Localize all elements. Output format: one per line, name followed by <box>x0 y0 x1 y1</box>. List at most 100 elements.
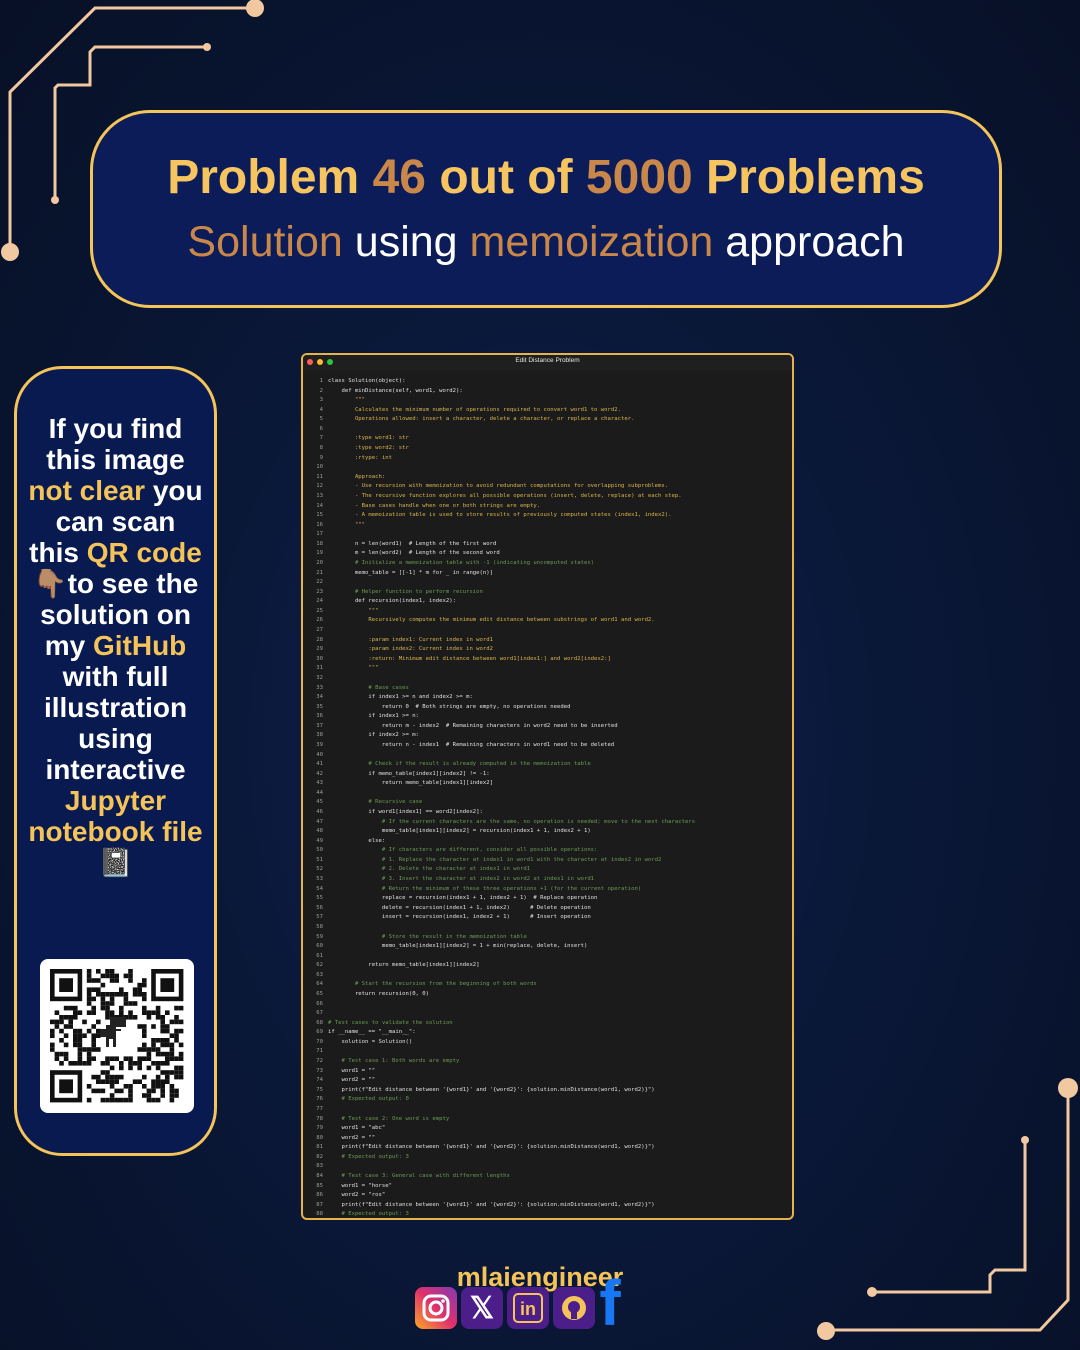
code-line: 4 Calculates the minimum number of opera… <box>311 406 788 416</box>
code-line: 28 :param index1: Current index in word1 <box>311 636 788 646</box>
code-text: # Test cases to validate the solution <box>328 1019 453 1026</box>
code-text: """ <box>328 397 366 404</box>
code-line: 50 # If characters are different, consid… <box>311 846 788 856</box>
code-line: 58 <box>311 923 788 933</box>
code-line: 76 # Expected output: 0 <box>311 1095 788 1105</box>
code-text: if memo_table[index1][index2] != -1: <box>328 770 490 777</box>
code-line: 26 Recursively computes the minimum edit… <box>311 616 788 626</box>
code-line: 31 """ <box>311 664 788 674</box>
code-text: :type word1: str <box>328 435 409 442</box>
code-line: 21 memo_table = [[-1] * m for _ in range… <box>311 569 788 579</box>
code-line: 45 # Recursive case <box>311 798 788 808</box>
problem-title: Problem 46 out of 5000 Problems <box>167 149 925 207</box>
code-line: 43 return memo_table[index1][index2] <box>311 779 788 789</box>
title-banner: Problem 46 out of 5000 Problems Solution… <box>90 110 1002 308</box>
code-line: 3 """ <box>311 396 788 406</box>
line-number: 35 <box>316 703 323 710</box>
code-line: 68 # Test cases to validate the solution <box>311 1019 788 1029</box>
code-text: """ <box>328 521 366 528</box>
code-line: 84 # Test case 3: General case with diff… <box>311 1172 788 1182</box>
code-line: 38 if index2 >= m: <box>311 731 788 741</box>
line-number: 72 <box>316 1058 323 1065</box>
line-number: 86 <box>316 1192 323 1199</box>
code-line: 57 insert = recursion(index1, index2 + 1… <box>311 913 788 923</box>
line-number: 22 <box>316 579 323 586</box>
line-number: 73 <box>316 1067 323 1074</box>
code-text: else: <box>328 837 386 844</box>
code-text: return n - index1 # Remaining characters… <box>328 741 615 748</box>
line-number: 4 <box>319 406 323 413</box>
code-text: m = len(word2) # Length of the second wo… <box>328 550 500 557</box>
line-number: 51 <box>316 856 323 863</box>
line-number: 9 <box>319 454 323 461</box>
code-text: # Expected output: 3 <box>328 1211 409 1218</box>
github-icon[interactable] <box>553 1287 595 1329</box>
code-line: 16 """ <box>311 521 788 531</box>
line-number: 54 <box>316 885 323 892</box>
code-text: print(f"Edit distance between '{word1}' … <box>328 1144 655 1151</box>
dino-icon <box>100 1017 126 1047</box>
code-line: 71 <box>311 1047 788 1057</box>
line-number: 50 <box>316 847 323 854</box>
code-line: 60 memo_table[index1][index2] = 1 + min(… <box>311 942 788 952</box>
code-text: return m - index2 # Remaining characters… <box>328 722 618 729</box>
code-line: 75 print(f"Edit distance between '{word1… <box>311 1086 788 1096</box>
code-text: # Check if the result is already compute… <box>328 761 591 768</box>
code-text: # Helper function to perform recursion <box>328 588 483 595</box>
code-line: 35 return 0 # Both strings are empty, no… <box>311 703 788 713</box>
qr-code-image <box>50 969 184 1103</box>
code-text: def recursion(index1, index2): <box>328 598 456 605</box>
line-number: 11 <box>316 473 323 480</box>
line-number: 88 <box>316 1211 323 1218</box>
facebook-icon[interactable]: f <box>595 1267 625 1339</box>
code-text: memo_table = [[-1] * m for _ in range(n)… <box>328 569 494 576</box>
line-number: 6 <box>319 425 323 432</box>
code-line: 23 # Helper function to perform recursio… <box>311 588 788 598</box>
code-line: 73 word1 = "" <box>311 1067 788 1077</box>
code-line: 78 # Test case 2: One word is empty <box>311 1115 788 1125</box>
notebook-icon: 📓 <box>98 847 133 878</box>
code-text: - A memoization table is used to store r… <box>328 512 672 519</box>
line-number: 40 <box>316 751 323 758</box>
instagram-icon[interactable] <box>415 1287 457 1329</box>
code-line: 41 # Check if the result is already comp… <box>311 760 788 770</box>
code-line: 87 print(f"Edit distance between '{word1… <box>311 1201 788 1211</box>
line-number: 23 <box>316 588 323 595</box>
code-text: print(f"Edit distance between '{word1}' … <box>328 1201 655 1208</box>
code-line: 51 # 1. Replace the character at index1 … <box>311 856 788 866</box>
line-number: 57 <box>316 914 323 921</box>
code-text: :type word2: str <box>328 445 409 452</box>
line-number: 52 <box>316 866 323 873</box>
code-line: 29 :param index2: Current index in word2 <box>311 645 788 655</box>
code-line: 54 # Return the minimum of these three o… <box>311 885 788 895</box>
code-line: 70 solution = Solution() <box>311 1038 788 1048</box>
qr-code[interactable] <box>40 959 194 1113</box>
code-text: - The recursive function explores all po… <box>328 492 682 499</box>
code-text: def minDistance(self, word1, word2): <box>328 387 463 394</box>
code-text: # Test case 1: Both words are empty <box>328 1058 460 1065</box>
line-number: 62 <box>316 962 323 969</box>
code-text: :return: Minimum edit distance between w… <box>328 655 611 662</box>
line-number: 76 <box>316 1096 323 1103</box>
line-number: 37 <box>316 722 323 729</box>
line-number: 81 <box>316 1144 323 1151</box>
code-line: 62 return memo_table[index1][index2] <box>311 961 788 971</box>
code-line: 19 m = len(word2) # Length of the second… <box>311 549 788 559</box>
code-text: # 2. Delete the character at index1 in w… <box>328 866 531 873</box>
code-text: if index2 >= m: <box>328 732 419 739</box>
window-title: Edit Distance Problem <box>515 357 580 364</box>
code-text: # Test case 3: General case with differe… <box>328 1172 510 1179</box>
code-text: - Base cases handle when one or both str… <box>328 502 541 509</box>
code-text: # Base cases <box>328 684 409 691</box>
code-text: return recursion(0, 0) <box>328 991 430 997</box>
code-line: 85 word1 = "horse" <box>311 1182 788 1192</box>
linkedin-icon[interactable]: in <box>507 1287 549 1329</box>
x-icon[interactable]: 𝕏 <box>461 1287 503 1329</box>
line-number: 13 <box>316 492 323 499</box>
